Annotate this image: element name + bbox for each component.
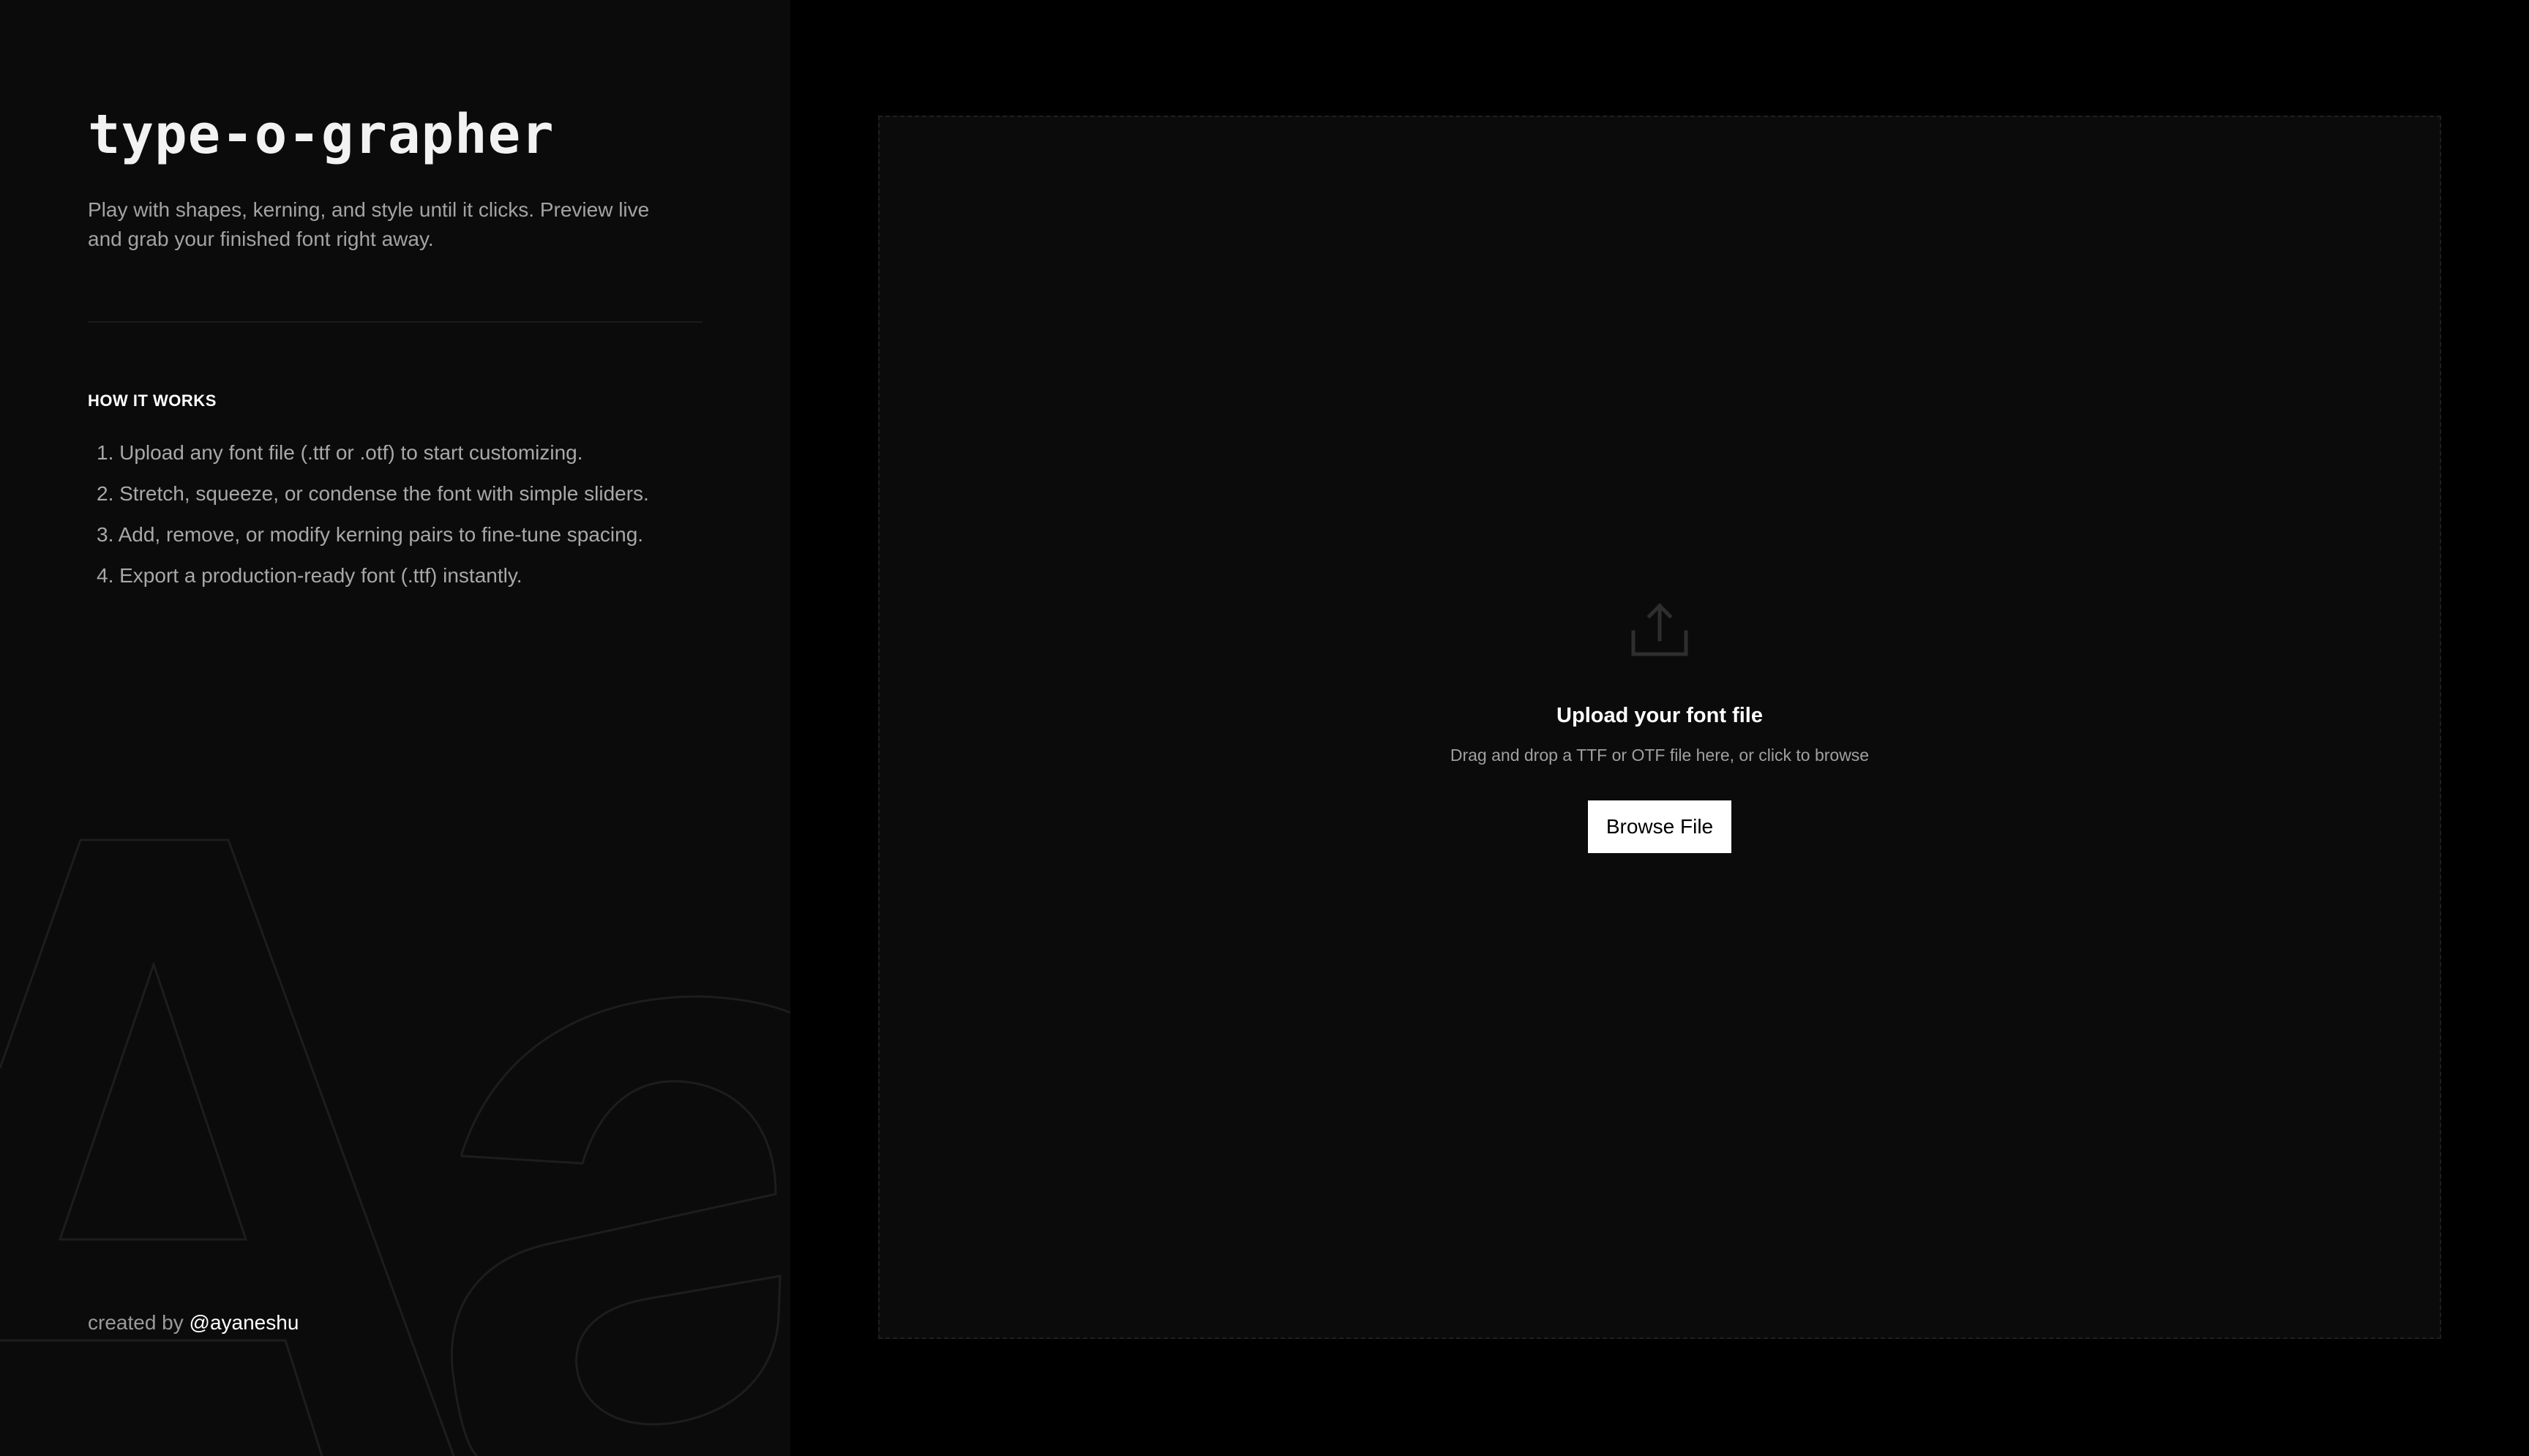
- dropzone-content: Upload your font file Drag and drop a TT…: [880, 600, 2440, 853]
- browse-file-button[interactable]: Browse File: [1588, 800, 1731, 853]
- sidebar-divider: [88, 320, 702, 323]
- step-upload: 1. Upload any font file (.ttf or .otf) t…: [97, 440, 583, 464]
- app-title: type-o-grapher: [88, 103, 555, 166]
- credit-line: created by @ayaneshu: [88, 1311, 299, 1335]
- how-it-works-heading: HOW IT WORKS: [88, 391, 217, 410]
- upload-icon: [1631, 603, 1688, 656]
- step-resize: 2. Stretch, squeeze, or condense the fon…: [97, 481, 649, 505]
- dropzone-subtitle: Drag and drop a TTF or OTF file here, or…: [1450, 746, 1870, 765]
- font-dropzone[interactable]: Upload your font file Drag and drop a TT…: [878, 116, 2441, 1339]
- sidebar: type-o-grapher Play with shapes, kerning…: [0, 0, 790, 1456]
- how-it-works-steps: 1. Upload any font file (.ttf or .otf) t…: [88, 432, 702, 596]
- dropzone-title: Upload your font file: [1556, 704, 1763, 727]
- main-area: Upload your font file Drag and drop a TT…: [790, 0, 2529, 1456]
- step-kerning: 3. Add, remove, or modify kerning pairs …: [97, 522, 644, 546]
- sidebar-content: type-o-grapher Play with shapes, kerning…: [0, 0, 790, 596]
- step-export: 4. Export a production-ready font (.ttf)…: [97, 563, 522, 587]
- app-tagline: Play with shapes, kerning, and style unt…: [88, 198, 650, 250]
- app-root: type-o-grapher Play with shapes, kerning…: [0, 0, 2529, 1456]
- author-link[interactable]: @ayaneshu: [190, 1311, 299, 1334]
- credit-prefix: created by: [88, 1311, 190, 1334]
